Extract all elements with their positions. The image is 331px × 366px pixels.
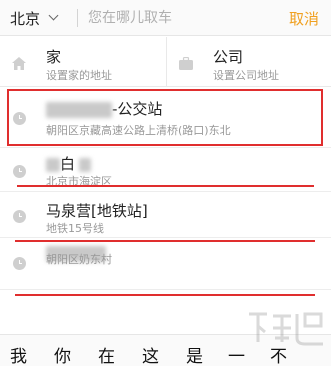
candidate-word[interactable]: 这 xyxy=(142,342,159,366)
pickup-search-input[interactable] xyxy=(88,6,268,30)
history-subtitle: 北京市海淀区 xyxy=(46,175,112,188)
highlight-underline xyxy=(15,294,315,296)
clock-icon xyxy=(13,112,26,125)
candidate-word[interactable]: 是 xyxy=(186,342,203,366)
candidate-word[interactable]: 你 xyxy=(54,342,71,366)
candidate-word[interactable]: 在 xyxy=(98,342,115,366)
search-bar: 北京 取消 xyxy=(0,0,331,36)
home-icon xyxy=(12,57,26,70)
history-title: 马泉营[地铁站] xyxy=(46,202,148,220)
company-shortcut[interactable]: 公司 设置公司地址 xyxy=(166,37,331,87)
clock-icon xyxy=(13,257,26,270)
history-subtitle: 朝阳区奶东村 xyxy=(46,253,112,266)
redacted-text xyxy=(46,101,112,118)
company-title: 公司 xyxy=(213,48,244,66)
chevron-down-icon[interactable] xyxy=(48,10,59,21)
clock-icon xyxy=(13,165,26,178)
candidate-word[interactable]: 一 xyxy=(228,342,245,366)
history-subtitle: 朝阳区京藏高速公路上清桥(路口)东北 xyxy=(46,124,231,137)
divider xyxy=(77,9,78,27)
history-title: 白 xyxy=(46,153,92,174)
quick-places: 家 设置家的地址 公司 设置公司地址 xyxy=(0,37,331,87)
candidate-word[interactable]: 我 xyxy=(10,342,27,366)
home-shortcut[interactable]: 家 设置家的地址 xyxy=(0,37,165,87)
redacted-text xyxy=(46,157,60,172)
clock-icon xyxy=(13,210,26,223)
home-subtitle: 设置家的地址 xyxy=(46,69,112,82)
history-item[interactable]: 马泉营[地铁站] 地铁15号线 xyxy=(0,192,331,238)
history-item[interactable]: -公交站 朝阳区京藏高速公路上清桥(路口)东北 xyxy=(0,88,331,148)
cancel-button[interactable]: 取消 xyxy=(289,8,319,29)
history-title: -公交站 xyxy=(46,98,162,119)
redacted-text xyxy=(79,157,92,172)
history-subtitle: 地铁15号线 xyxy=(46,222,104,235)
home-title: 家 xyxy=(46,48,62,66)
history-item[interactable]: 朝阳区奶东村 xyxy=(0,238,331,290)
company-subtitle: 设置公司地址 xyxy=(213,69,279,82)
watermark-logo xyxy=(249,312,323,346)
briefcase-icon xyxy=(179,57,193,70)
history-item[interactable]: 白 北京市海淀区 xyxy=(0,148,331,192)
city-selector[interactable]: 北京 xyxy=(10,8,40,29)
